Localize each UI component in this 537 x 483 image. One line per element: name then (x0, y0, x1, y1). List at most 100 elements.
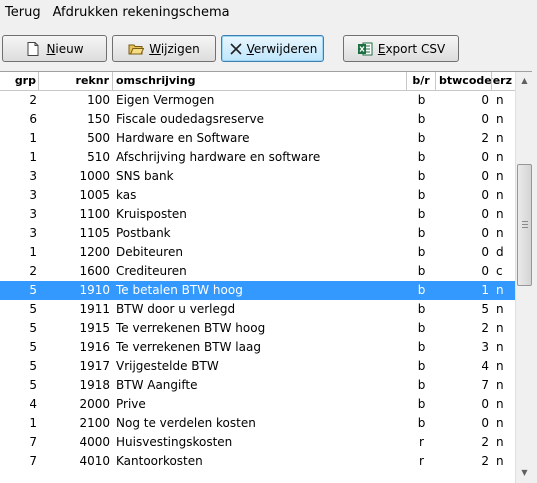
column-header-grp[interactable]: grp (0, 72, 39, 91)
table-row[interactable]: 3 1100 Kruisposten b 0 n (0, 205, 515, 224)
table-row[interactable]: 5 1916 Te verrekenen BTW laag b 3 n (0, 338, 515, 357)
cell-verz: n (496, 302, 504, 316)
thumb-grip (522, 227, 528, 228)
cell-btwcode: 0 (481, 416, 489, 430)
cell-br: b (417, 283, 426, 297)
column-header-omschrijving[interactable]: omschrijving (113, 72, 407, 91)
excel-icon (357, 41, 373, 57)
delete-x-icon (228, 41, 244, 57)
cell-reknr: 1910 (79, 283, 110, 297)
table-row[interactable]: 5 1911 BTW door u verlegd b 5 n (0, 300, 515, 319)
verwijderen-button-label: Verwijderen (246, 41, 318, 56)
export-csv-button[interactable]: Export CSV (343, 35, 459, 62)
cell-grp: 5 (29, 321, 37, 335)
cell-omschrijving: Vrijgestelde BTW (116, 359, 219, 373)
cell-grp: 5 (29, 359, 37, 373)
cell-btwcode: 0 (481, 112, 489, 126)
table-row[interactable]: 2 100 Eigen Vermogen b 0 n (0, 91, 515, 110)
column-header-btwcode[interactable]: btwcode (436, 72, 492, 91)
table-row[interactable]: 7 4010 Kantoorkosten r 2 n (0, 452, 515, 471)
table-row[interactable]: 7 4000 Huisvestingskosten r 2 n (0, 433, 515, 452)
grid-rows: 2 100 Eigen Vermogen b 0 n 6 150 Fiscale oudedag… (0, 91, 515, 471)
cell-grp: 2 (29, 264, 37, 278)
cell-reknr: 4000 (79, 435, 110, 449)
cell-btwcode: 0 (481, 245, 489, 259)
cell-br: b (417, 264, 426, 278)
menu-afdrukken-rekeningschema[interactable]: Afdrukken rekeningschema (47, 0, 236, 26)
cell-grp: 2 (29, 93, 37, 107)
cell-grp: 7 (29, 454, 37, 468)
cell-grp: 3 (29, 207, 37, 221)
cell-verz: n (496, 340, 504, 354)
cell-btwcode: 0 (481, 150, 489, 164)
cell-verz: n (496, 397, 504, 411)
table-row[interactable]: 1 1200 Debiteuren b 0 d (0, 243, 515, 262)
table-row[interactable]: 3 1105 Postbank b 0 n (0, 224, 515, 243)
table-row[interactable]: 5 1917 Vrijgestelde BTW b 4 n (0, 357, 515, 376)
scroll-down-button[interactable]: ▼ (516, 464, 533, 481)
export-csv-button-label: Export CSV (377, 41, 446, 56)
cell-verz: d (496, 245, 504, 259)
cell-omschrijving: Fiscale oudedagsreserve (116, 112, 264, 126)
new-document-icon (25, 41, 41, 57)
verwijderen-button[interactable]: Verwijderen (221, 35, 324, 62)
cell-br: b (417, 340, 426, 354)
cell-br: b (417, 150, 426, 164)
cell-br: r (419, 454, 424, 468)
table-row[interactable]: 1 510 Afschrijving hardware en software b 0 n (0, 148, 515, 167)
open-folder-icon (128, 41, 145, 57)
cell-btwcode: 0 (481, 397, 489, 411)
cell-omschrijving: Prive (116, 397, 146, 411)
table-row[interactable]: 3 1000 SNS bank b 0 n (0, 167, 515, 186)
cell-reknr: 150 (87, 112, 110, 126)
nieuw-button[interactable]: Nieuw (2, 35, 107, 62)
cell-reknr: 1915 (79, 321, 110, 335)
cell-verz: n (496, 454, 504, 468)
column-header-verz[interactable]: verz (492, 72, 515, 91)
cell-omschrijving: Te betalen BTW hoog (116, 283, 243, 297)
cell-br: b (417, 226, 426, 240)
cell-reknr: 1917 (79, 359, 110, 373)
cell-verz: n (496, 378, 504, 392)
cell-reknr: 100 (87, 93, 110, 107)
cell-btwcode: 7 (481, 378, 489, 392)
table-row[interactable]: 5 1915 Te verrekenen BTW hoog b 2 n (0, 319, 515, 338)
wijzigen-button[interactable]: Wijzigen (112, 35, 216, 62)
cell-btwcode: 2 (481, 321, 489, 335)
column-header-br[interactable]: b/r (407, 72, 436, 91)
table-row[interactable]: 1 2100 Nog te verdelen kosten b 0 n (0, 414, 515, 433)
menu-bar: Terug Afdrukken rekeningschema (0, 0, 537, 26)
cell-verz: n (496, 283, 504, 297)
cell-br: b (417, 321, 426, 335)
column-header-reknr[interactable]: reknr (39, 72, 113, 91)
cell-reknr: 1200 (79, 245, 110, 259)
table-row[interactable]: 5 1918 BTW Aangifte b 7 n (0, 376, 515, 395)
cell-omschrijving: Debiteuren (116, 245, 183, 259)
table-row[interactable]: 3 1005 kas b 0 n (0, 186, 515, 205)
table-row[interactable]: 6 150 Fiscale oudedagsreserve b 0 n (0, 110, 515, 129)
vertical-scrollbar[interactable]: ▲ ▼ (515, 72, 532, 483)
cell-br: b (417, 169, 426, 183)
cell-br: b (417, 207, 426, 221)
scroll-thumb[interactable] (517, 164, 532, 286)
table-row[interactable]: 5 1910 Te betalen BTW hoog b 1 n (0, 281, 515, 300)
cell-verz: n (496, 150, 504, 164)
table-row[interactable]: 2 1600 Crediteuren b 0 c (0, 262, 515, 281)
cell-br: r (419, 435, 424, 449)
table-row[interactable]: 1 500 Hardware en Software b 2 n (0, 129, 515, 148)
cell-reknr: 510 (87, 150, 110, 164)
cell-btwcode: 0 (481, 226, 489, 240)
cell-br: b (417, 416, 426, 430)
cell-verz: n (496, 359, 504, 373)
cell-omschrijving: Huisvestingskosten (116, 435, 233, 449)
cell-grp: 6 (29, 112, 37, 126)
accounts-grid[interactable]: grp reknr omschrijving b/r btwcode verz … (0, 71, 537, 483)
cell-grp: 5 (29, 378, 37, 392)
cell-verz: n (496, 321, 504, 335)
cell-verz: n (496, 131, 504, 145)
table-row[interactable]: 4 2000 Prive b 0 n (0, 395, 515, 414)
cell-omschrijving: BTW Aangifte (116, 378, 198, 392)
cell-omschrijving: kas (116, 188, 137, 202)
scroll-up-button[interactable]: ▲ (516, 72, 533, 89)
menu-terug[interactable]: Terug (0, 0, 47, 26)
